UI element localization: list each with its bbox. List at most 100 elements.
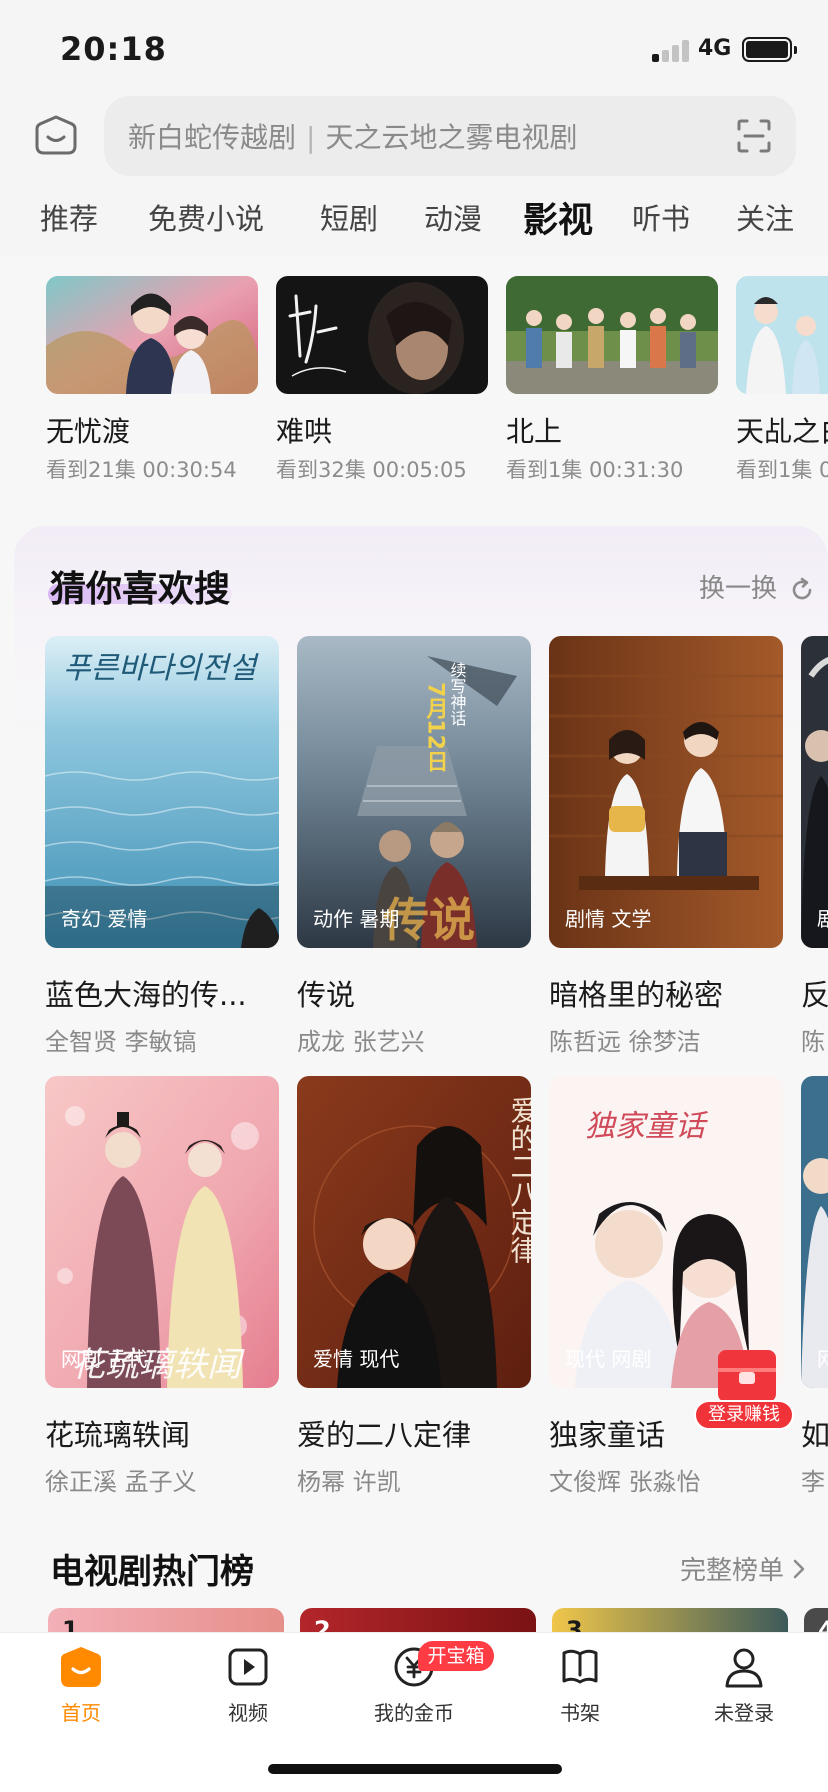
nav-home[interactable]: 首页 xyxy=(21,1645,141,1726)
drama-poster: 网 xyxy=(801,1076,828,1388)
drama-card[interactable]: 푸른바다의전설 奇幻 爱情 蓝色大海的传... 全智贤 李敏镐 xyxy=(45,636,279,1057)
history-title: 天乩之白 xyxy=(736,415,828,448)
refresh-label: 换一换 xyxy=(699,574,778,604)
nav-profile[interactable]: 未登录 xyxy=(684,1645,804,1726)
poster-art-title: 푸른바다의전설 xyxy=(63,651,260,686)
poster-art-title: 爱的二八定律 xyxy=(507,1096,532,1264)
chevron-right-icon xyxy=(792,1557,806,1587)
nav-bookshelf[interactable]: 书架 xyxy=(520,1645,640,1726)
tab-short-drama[interactable]: 短剧 xyxy=(320,196,378,238)
tab-following[interactable]: 关注 xyxy=(736,196,794,238)
red-envelope-icon xyxy=(718,1350,776,1402)
history-item[interactable]: 北上 看到1集 00:31:30 xyxy=(506,276,718,484)
recommend-title: 猜你喜欢搜 xyxy=(50,569,231,610)
history-progress: 看到1集 00:31:30 xyxy=(506,458,684,482)
app-logo-icon[interactable] xyxy=(34,114,78,158)
search-input[interactable]: 新白蛇传越剧 | 天之云地之雾电视剧 xyxy=(104,96,796,176)
drama-title: 反 xyxy=(801,978,828,1012)
drama-poster: 剧 xyxy=(801,636,828,948)
history-progress: 看到21集 00:30:54 xyxy=(46,458,237,482)
history-item[interactable]: 天乩之白 看到1集 0 xyxy=(736,276,828,484)
open-treasure-badge[interactable]: 开宝箱 xyxy=(418,1641,494,1671)
drama-card[interactable]: 剧情 文学 暗格里的秘密 陈哲远 徐梦洁 xyxy=(549,636,783,1057)
scan-icon[interactable] xyxy=(736,118,772,154)
status-bar: 20:18 4G xyxy=(0,0,828,96)
drama-card[interactable]: 7月12日 续写神话 传说 动作 暑期 传说 成龙 张艺兴 xyxy=(297,636,531,1057)
drama-actors: 杨幂 许凯 xyxy=(297,1468,401,1496)
tab-recommend[interactable]: 推荐 xyxy=(40,196,98,238)
drama-poster: 爱的二八定律 爱情 现代 xyxy=(297,1076,531,1388)
tab-film-tv[interactable]: 影视 xyxy=(523,192,593,243)
history-progress: 看到1集 0 xyxy=(736,458,828,482)
drama-poster: 独家童话 现代 网剧 xyxy=(549,1076,783,1388)
drama-poster: 7月12日 续写神话 传说 动作 暑期 xyxy=(297,636,531,948)
history-title: 难哄 xyxy=(276,415,333,448)
history-item[interactable]: 无忧渡 看到21集 00:30:54 xyxy=(46,276,258,484)
signal-icon xyxy=(652,40,692,62)
drama-actors: 陈 xyxy=(801,1028,825,1056)
bookshelf-icon xyxy=(562,1649,598,1684)
drama-card[interactable]: 剧 反 陈 xyxy=(801,636,828,1057)
drama-title: 花琉璃轶闻 xyxy=(45,1418,191,1452)
login-reward-button[interactable]: 登录赚钱 xyxy=(694,1350,824,1434)
genre-tags: 奇幻 爱情 xyxy=(61,907,148,931)
history-thumbnail xyxy=(276,276,488,394)
network-type: 4G xyxy=(698,36,732,61)
history-thumbnail xyxy=(506,276,718,394)
drama-title: 爱的二八定律 xyxy=(297,1418,472,1452)
drama-poster: 푸른바다의전설 奇幻 爱情 xyxy=(45,636,279,948)
drama-actors: 徐正溪 孟子义 xyxy=(45,1468,197,1496)
nav-profile-label: 未登录 xyxy=(714,1701,774,1725)
refresh-icon xyxy=(792,577,812,599)
search-hint-separator: | xyxy=(306,121,316,154)
genre-tags: 剧情 文学 xyxy=(565,907,652,931)
search-placeholder: 新白蛇传越剧 | 天之云地之雾电视剧 xyxy=(128,116,577,156)
drama-actors: 文俊辉 张淼怡 xyxy=(549,1468,701,1496)
nav-video[interactable]: 视频 xyxy=(188,1645,308,1726)
category-tabs: 推荐 免费小说 短剧 动漫 影视 听书 关注 xyxy=(0,196,828,256)
history-item[interactable]: 难哄 看到32集 00:05:05 xyxy=(276,276,488,484)
nav-home-label: 首页 xyxy=(61,1701,101,1725)
tab-anime[interactable]: 动漫 xyxy=(424,196,482,238)
ranking-title: 电视剧热门榜 xyxy=(50,1552,254,1592)
search-hint-2: 天之云地之雾电视剧 xyxy=(325,121,578,154)
nav-bookshelf-label: 书架 xyxy=(560,1701,600,1725)
tab-audiobooks[interactable]: 听书 xyxy=(632,196,690,238)
full-ranking-label: 完整榜单 xyxy=(680,1556,785,1586)
full-ranking-link[interactable]: 完整榜单 xyxy=(680,1550,806,1587)
user-icon xyxy=(725,1648,763,1688)
history-title: 无忧渡 xyxy=(46,415,131,448)
history-progress: 看到32集 00:05:05 xyxy=(276,458,467,482)
drama-title: 传说 xyxy=(297,978,356,1012)
home-indicator xyxy=(268,1764,562,1774)
tab-free-novels[interactable]: 免费小说 xyxy=(148,196,264,238)
poster-art-slogan: 续写神话 xyxy=(448,662,467,726)
genre-tags: 剧 xyxy=(817,907,828,931)
drama-poster: 剧情 文学 xyxy=(549,636,783,948)
home-icon xyxy=(61,1647,101,1687)
drama-actors: 李 xyxy=(801,1468,825,1496)
poster-art-title: 独家童话 xyxy=(585,1109,708,1144)
login-reward-label: 登录赚钱 xyxy=(694,1400,794,1430)
genre-tags: 网剧 古代 xyxy=(61,1347,148,1371)
history-thumbnail xyxy=(736,276,828,394)
nav-video-label: 视频 xyxy=(228,1701,268,1725)
drama-title: 暗格里的秘密 xyxy=(549,978,724,1012)
status-time: 20:18 xyxy=(60,30,167,68)
refresh-button[interactable]: 换一换 xyxy=(699,568,815,605)
drama-poster: 花琉璃轶闻 网剧 古代 xyxy=(45,1076,279,1388)
poster-art-date: 7月12日 xyxy=(423,682,450,772)
battery-icon xyxy=(742,37,797,62)
nav-coins-label: 我的金币 xyxy=(374,1701,454,1725)
search-hint-1: 新白蛇传越剧 xyxy=(128,121,297,154)
drama-card[interactable]: 爱的二八定律 爱情 现代 爱的二八定律 杨幂 许凯 xyxy=(297,1076,531,1497)
drama-actors: 陈哲远 徐梦洁 xyxy=(549,1028,701,1056)
drama-card[interactable]: 花琉璃轶闻 网剧 古代 花琉璃轶闻 徐正溪 孟子义 xyxy=(45,1076,279,1497)
drama-actors: 成龙 张艺兴 xyxy=(297,1028,425,1056)
drama-title: 蓝色大海的传... xyxy=(45,978,247,1012)
drama-actors: 全智贤 李敏镐 xyxy=(45,1028,197,1056)
app-page: 20:18 4G 新白蛇传越剧 | 天之云地之雾电视剧 推荐 免费小说 短剧 动… xyxy=(0,0,828,1792)
genre-tags: 现代 网剧 xyxy=(565,1347,652,1371)
history-title: 北上 xyxy=(506,415,563,448)
genre-tags: 爱情 现代 xyxy=(313,1347,400,1371)
